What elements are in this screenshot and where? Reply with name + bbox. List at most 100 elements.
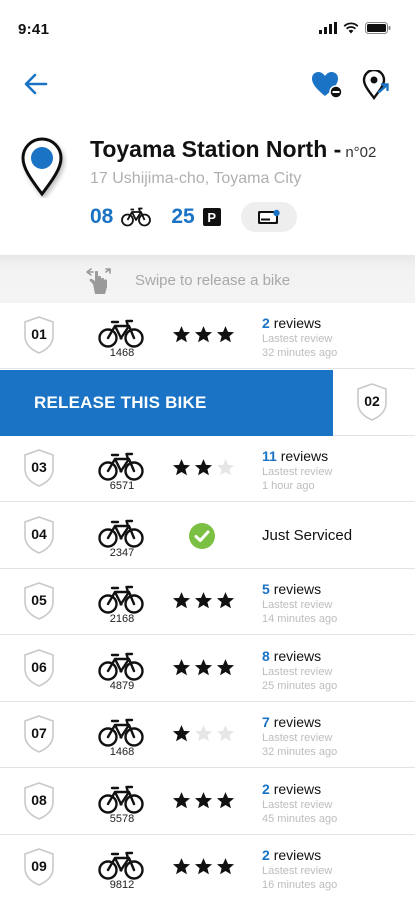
slot-badge: 06 (22, 648, 56, 688)
slot-number: 06 (31, 658, 47, 675)
reviews-count: 2 (262, 847, 270, 863)
swipe-hand-icon (86, 268, 111, 294)
station-name: Toyama Station North - n°02 (90, 136, 376, 163)
reviews-link[interactable]: 8 reviews (262, 648, 321, 664)
station-header: Toyama Station North - n°02 17 Ushijima-c… (0, 130, 415, 240)
last-review-time: 32 minutes ago (262, 746, 338, 758)
star-rating (172, 791, 235, 810)
last-review-time: 14 minutes ago (262, 613, 338, 625)
reviews-word: reviews (273, 647, 322, 664)
slot-number: 03 (31, 459, 47, 475)
reviews-count: 8 (262, 647, 270, 664)
star-rating (172, 857, 235, 876)
signal-icon (319, 22, 337, 34)
card-payment-button[interactable] (240, 202, 297, 232)
reviews-link[interactable]: 11 reviews (262, 448, 328, 464)
star-rating (172, 458, 235, 477)
swipe-hint-text: Swipe to release a bike (135, 272, 291, 289)
bike-row[interactable]: 08 5578 2 reviews Lastest review 45 minu… (0, 768, 415, 835)
bike-id: 4879 (109, 679, 135, 692)
bike-row[interactable]: 05 2168 5 reviews Lastest review 14 minu… (0, 569, 415, 635)
slot-number: 01 (31, 326, 47, 342)
bike-id: 6571 (109, 480, 135, 492)
last-review-label: Lastest review (262, 798, 333, 811)
directions-pin-icon[interactable] (361, 70, 389, 100)
reviews-word: reviews (273, 780, 322, 797)
reviews-link[interactable]: 5 reviews (262, 581, 321, 597)
reviews-link[interactable]: 2 reviews (262, 847, 321, 863)
slot-number: 08 (31, 791, 47, 808)
check-circle-icon (189, 522, 215, 549)
last-review-time: 16 minutes ago (262, 879, 338, 891)
slot-badge: 08 (22, 781, 56, 821)
reviews-link[interactable]: 7 reviews (262, 714, 321, 730)
reviews-word: reviews (273, 315, 322, 331)
reviews-word: reviews (273, 581, 322, 597)
top-nav (0, 64, 415, 108)
slot-number: 02 (364, 392, 380, 409)
star-icon (216, 326, 235, 343)
last-review-label: Lastest review (262, 732, 333, 744)
bike-id: 1468 (109, 746, 135, 758)
bike-row[interactable]: 04 2347 Just Serviced (0, 502, 415, 569)
battery-icon (365, 22, 391, 34)
station-stats: 08 25 P (90, 202, 297, 232)
star-icon (172, 858, 191, 875)
reviews-count: 11 (262, 448, 277, 464)
last-review-time: 1 hour ago (262, 480, 315, 492)
star-icon (172, 592, 191, 609)
star-icon (194, 725, 213, 742)
star-icon (194, 326, 213, 343)
slot-badge: 02 (355, 382, 389, 422)
reviews-link[interactable]: 2 reviews (262, 781, 321, 797)
station-address: 17 Ushijima-cho, Toyama City (90, 170, 302, 187)
bike-icon (98, 517, 144, 549)
reviews-count: 7 (262, 714, 270, 730)
reviews-word: reviews (280, 448, 329, 464)
reviews-count: 2 (262, 315, 270, 331)
bike-id: 9812 (109, 879, 135, 891)
back-arrow-icon[interactable] (22, 70, 50, 98)
bike-row[interactable]: 06 4879 8 reviews Lastest review 25 minu… (0, 635, 415, 702)
star-icon (172, 658, 191, 675)
reviews-link[interactable]: 2 reviews (262, 315, 321, 331)
favorite-remove-icon[interactable] (311, 70, 343, 100)
slot-badge: 01 (22, 315, 56, 355)
bike-icon (98, 650, 144, 682)
star-rating (172, 724, 235, 743)
bike-id: 2168 (109, 613, 135, 625)
station-number: n°02 (345, 144, 377, 161)
reviews-word: reviews (273, 847, 322, 863)
star-icon (216, 658, 235, 675)
bike-icon (98, 317, 144, 349)
star-icon (216, 725, 235, 742)
station-name-text: Toyama Station North - (90, 136, 342, 162)
release-bike-button[interactable]: RELEASE THIS BIKE (0, 369, 333, 436)
bike-icon (98, 583, 144, 615)
last-review-time: 32 minutes ago (262, 347, 338, 359)
star-rating (172, 591, 235, 610)
slot-badge: 07 (22, 714, 56, 754)
bike-icon (98, 849, 144, 881)
last-review-label: Lastest review (262, 333, 333, 345)
star-icon (194, 791, 213, 808)
bike-icon (98, 716, 144, 748)
status-time: 9:41 (18, 21, 50, 38)
release-row[interactable]: RELEASE THIS BIKE 02 (0, 369, 415, 436)
star-icon (172, 725, 191, 742)
status-bar: 9:41 (0, 0, 415, 44)
bike-row[interactable]: 03 6571 11 reviews Lastest review 1 hour… (0, 436, 415, 502)
bike-icon (98, 783, 144, 815)
bike-row[interactable]: 01 1468 2 reviews Lastest review 32 minu… (0, 303, 415, 369)
last-review-label: Lastest review (262, 466, 333, 478)
status-icons (319, 22, 391, 34)
last-review-time: 25 minutes ago (262, 679, 338, 692)
slot-number: 09 (31, 858, 47, 874)
bike-row[interactable]: 07 1468 7 reviews Lastest review 32 minu… (0, 702, 415, 768)
slot-badge: 05 (22, 581, 56, 621)
slot-number: 04 (31, 525, 47, 542)
slot-badge: 03 (22, 448, 56, 488)
bike-row[interactable]: 09 9812 2 reviews Lastest review 16 minu… (0, 835, 415, 900)
credit-card-icon (257, 209, 280, 224)
bikes-available-count: 08 (90, 205, 114, 228)
